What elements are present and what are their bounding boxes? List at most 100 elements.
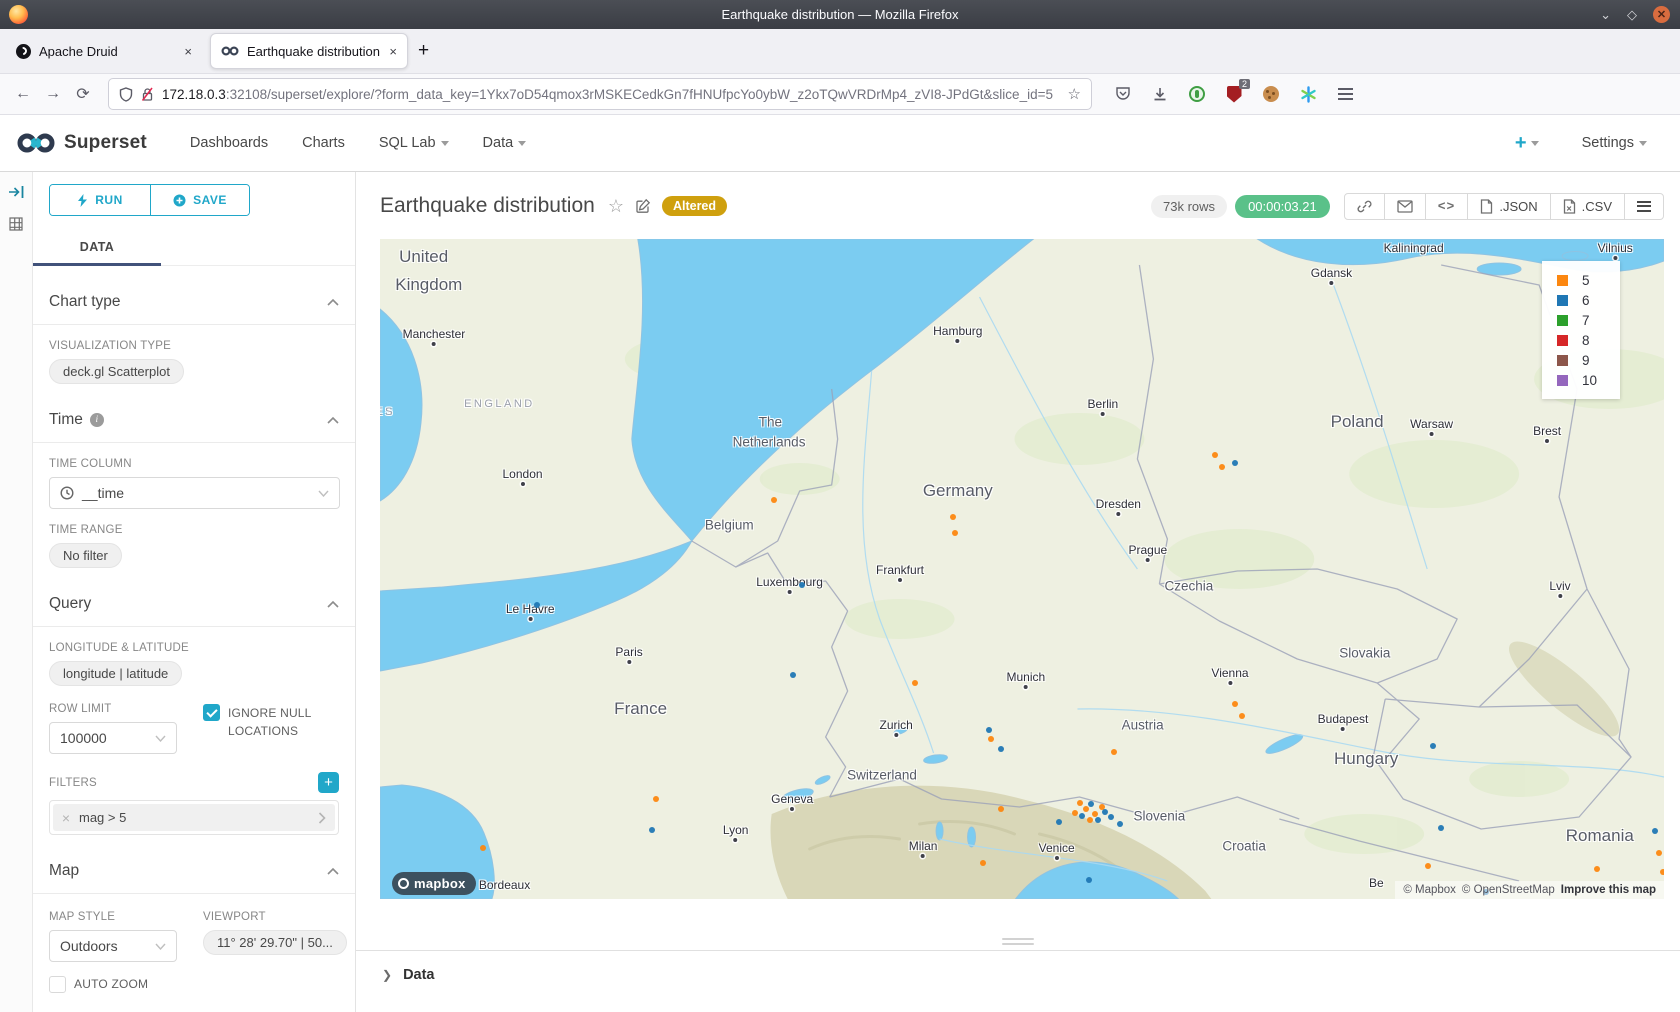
dataset-grid-icon[interactable]	[8, 216, 24, 232]
time-range-pill[interactable]: No filter	[49, 543, 122, 568]
row-limit-select[interactable]: 100000	[49, 722, 177, 754]
map-point	[1086, 877, 1092, 883]
copy-link-button[interactable]	[1345, 194, 1384, 219]
pocket-icon[interactable]	[1114, 85, 1132, 103]
chevron-up-icon[interactable]	[327, 867, 339, 875]
run-button[interactable]: RUN	[50, 185, 150, 215]
section-time: Timei TIME COLUMN __time TIME RANGE No f…	[49, 411, 339, 568]
data-section-toggle[interactable]: ❯ Data	[356, 951, 1680, 983]
menu-icon[interactable]	[1336, 85, 1354, 103]
screen: Earthquake distribution — Mozilla Firefo…	[0, 0, 1680, 1012]
chevron-down-icon	[1639, 141, 1647, 146]
ublock-shield-icon[interactable]: 2	[1225, 85, 1243, 103]
lonlat-pill[interactable]: longitude | latitude	[49, 661, 182, 686]
map-point	[771, 497, 777, 503]
back-button[interactable]: ←	[8, 85, 38, 103]
chevron-up-icon[interactable]	[327, 298, 339, 306]
expand-filter-icon[interactable]	[309, 812, 335, 824]
drag-handle[interactable]	[1002, 938, 1034, 948]
tab-close-icon[interactable]: ×	[184, 44, 192, 59]
legend-item[interactable]: 6	[1542, 290, 1620, 310]
viewport-pill[interactable]: 11° 28' 29.70" | 50...	[203, 930, 347, 955]
map-canvas[interactable]: UnitedKingdomManchesterENGLANDESLondonLe…	[380, 239, 1664, 899]
tab-data[interactable]: DATA	[33, 232, 161, 265]
window-maximize-icon[interactable]: ◇	[1627, 7, 1637, 23]
time-column-select[interactable]: __time	[49, 477, 340, 509]
tab-title: Apache Druid	[39, 44, 176, 59]
export-csv-button[interactable]: .CSV	[1550, 194, 1624, 219]
edit-pencil-icon[interactable]	[635, 198, 651, 214]
new-chart-button[interactable]: +	[1515, 132, 1539, 155]
tab-close-icon[interactable]: ×	[389, 44, 397, 59]
map-point	[1660, 869, 1664, 875]
nav-item-sql-lab[interactable]: SQL Lab	[379, 135, 449, 151]
file-x-icon	[1563, 199, 1576, 214]
legend-item[interactable]: 10	[1542, 370, 1620, 390]
field-label: VISUALIZATION TYPE	[49, 340, 339, 352]
mapbox-wordmark: mapbox	[414, 876, 466, 891]
legend-item[interactable]: 7	[1542, 310, 1620, 330]
superset-logo[interactable]: Superset	[16, 132, 147, 154]
mapbox-logo[interactable]: mapbox	[392, 872, 476, 895]
chart-menu-button[interactable]	[1624, 194, 1663, 219]
file-icon	[1480, 199, 1493, 214]
window-minimize-icon[interactable]: ⌄	[1600, 7, 1611, 23]
forward-button[interactable]: →	[38, 85, 68, 103]
remove-filter-icon[interactable]: ×	[53, 810, 79, 826]
map-point	[1095, 817, 1101, 823]
tracking-shield-icon[interactable]	[119, 87, 133, 102]
export-json-button[interactable]: .JSON	[1467, 194, 1549, 219]
downloads-icon[interactable]	[1151, 85, 1169, 103]
bookmark-star-icon[interactable]: ☆	[1068, 85, 1081, 103]
improve-map-link[interactable]: Improve this map	[1561, 884, 1656, 896]
map-point	[1656, 850, 1662, 856]
legend-item[interactable]: 8	[1542, 330, 1620, 350]
settings-menu[interactable]: Settings	[1582, 135, 1647, 151]
map-point	[1219, 464, 1225, 470]
chevron-down-icon	[441, 141, 449, 146]
legend-item[interactable]: 9	[1542, 350, 1620, 370]
ignore-null-checkbox[interactable]	[203, 704, 220, 721]
legend-swatch	[1557, 315, 1568, 326]
reload-button[interactable]: ⟳	[68, 84, 98, 104]
embed-code-button[interactable]: <>	[1425, 194, 1468, 219]
new-tab-button[interactable]: +	[418, 40, 429, 62]
nav-item-dashboards[interactable]: Dashboards	[190, 135, 268, 151]
url-bar[interactable]: 172.18.0.3:32108/superset/explore/?form_…	[108, 78, 1092, 110]
viz-type-pill[interactable]: deck.gl Scatterplot	[49, 359, 184, 384]
tab-earthquake-distribution[interactable]: Earthquake distribution ×	[210, 33, 408, 69]
tab-apache-druid[interactable]: Apache Druid ×	[6, 34, 202, 68]
cookie-extension-icon[interactable]	[1262, 85, 1280, 103]
favorite-star-icon[interactable]: ☆	[608, 197, 624, 215]
row-limit-value: 100000	[60, 730, 147, 746]
chevron-down-icon	[1531, 141, 1539, 146]
email-button[interactable]	[1384, 194, 1425, 219]
extension-badge: 2	[1239, 79, 1250, 89]
attribution-mapbox[interactable]: © Mapbox	[1403, 884, 1456, 896]
map-points-layer	[380, 239, 1664, 899]
control-panel: RUN SAVE DATA Chart type VISUALIZATION T…	[33, 172, 356, 1012]
attribution-osm[interactable]: © OpenStreetMap	[1462, 884, 1555, 896]
multi-account-icon[interactable]	[1299, 85, 1317, 103]
filter-item[interactable]: × mag > 5	[53, 804, 335, 831]
legend-label: 10	[1582, 373, 1597, 388]
collapse-panel-icon[interactable]	[8, 184, 25, 200]
map-point	[653, 796, 659, 802]
nav-item-charts[interactable]: Charts	[302, 135, 345, 151]
nav-item-data[interactable]: Data	[483, 135, 527, 151]
map-style-select[interactable]: Outdoors	[49, 930, 177, 962]
save-button[interactable]: SAVE	[150, 185, 249, 215]
greasemonkey-icon[interactable]	[1188, 85, 1206, 103]
auto-zoom-checkbox[interactable]	[49, 976, 66, 993]
insecure-lock-icon[interactable]	[141, 87, 154, 102]
chevron-up-icon[interactable]	[327, 600, 339, 608]
chevron-down-icon	[518, 141, 526, 146]
druid-favicon	[16, 44, 31, 59]
window-close-icon[interactable]: ✕	[1653, 6, 1670, 23]
add-filter-button[interactable]: +	[318, 772, 339, 793]
url-text[interactable]: 172.18.0.3:32108/superset/explore/?form_…	[162, 87, 1060, 102]
chevron-up-icon[interactable]	[327, 416, 339, 424]
chart-header: Earthquake distribution ☆ Altered 73k ro…	[356, 172, 1680, 222]
legend-item[interactable]: 5	[1542, 270, 1620, 290]
chevron-down-icon	[318, 490, 329, 497]
